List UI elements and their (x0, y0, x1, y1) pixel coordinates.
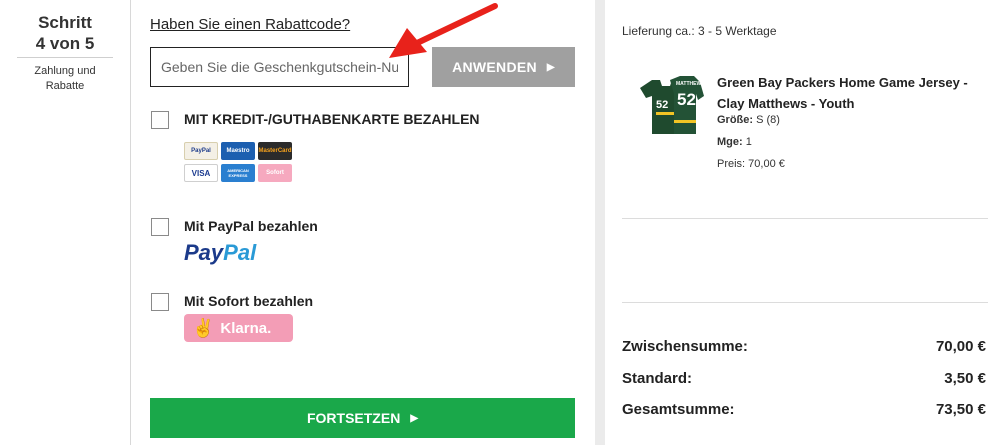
paypal-logo-part2: Pal (223, 240, 257, 265)
product-quantity-label: Mge: (717, 136, 743, 148)
play-arrow-icon: ▶ (546, 61, 555, 73)
amex-logo: AMERICAN EXPRESS (221, 164, 255, 182)
product-name[interactable]: Green Bay Packers Home Game Jersey - Cla… (717, 72, 987, 114)
paypal-logo-part1: Pay (184, 240, 224, 265)
paypal-logo: PayPal (184, 240, 256, 266)
visa-logo: VISA (184, 164, 218, 182)
subtotal-label: Zwischensumme: (622, 338, 748, 355)
step-count: 4 von 5 (35, 34, 95, 53)
card-payment-label: MIT KREDIT-/GUTHABENKARTE BEZAHLEN (184, 111, 480, 127)
continue-button[interactable]: FORTSETZEN ▶ (150, 398, 575, 438)
step-title-word: Schritt (38, 13, 92, 32)
coupon-input[interactable] (150, 47, 409, 87)
klarna-peace-icon: ✌ (192, 317, 215, 338)
jersey-thumbnail-icon: 52 MATTHEWS 52 (640, 76, 705, 134)
paypal-payment-label: Mit PayPal bezahlen (184, 218, 318, 234)
card-logos: PayPal Maestro MasterCard VISA AMERICAN … (184, 142, 294, 186)
shipping-value: 3,50 € (944, 370, 986, 387)
klarna-logo: ✌ Klarna. (184, 314, 293, 342)
paypal-card-logo: PayPal (184, 142, 218, 160)
paypal-payment-checkbox[interactable] (151, 218, 169, 236)
product-size-label: Größe: (717, 114, 754, 126)
card-payment-checkbox[interactable] (151, 111, 169, 129)
mastercard-logo: MasterCard (258, 142, 292, 160)
sofort-logo: Sofort (258, 164, 292, 182)
continue-button-label: FORTSETZEN (306, 410, 401, 426)
jersey-name-back: MATTHEWS (676, 81, 705, 87)
column-separator (595, 0, 605, 445)
step-title: Schritt 4 von 5 (0, 12, 130, 54)
product-quantity-value: 1 (745, 136, 752, 148)
jersey-number-front: 52 (656, 99, 668, 111)
divider (622, 302, 988, 303)
step-divider (17, 57, 113, 58)
shipping-label: Standard: (622, 370, 693, 387)
product-price: Preis: 70,00 € (717, 158, 785, 170)
total-label: Gesamtsumme: (622, 401, 735, 418)
product-size-value: S (8) (756, 114, 780, 126)
delivery-estimate: Lieferung ca.: 3 - 5 Werktage (622, 24, 777, 38)
step-subtitle-line1: Zahlung und (34, 65, 96, 77)
sofort-payment-label: Mit Sofort bezahlen (184, 293, 314, 309)
product-quantity: Mge: 1 (717, 136, 752, 148)
product-size: Größe: S (8) (717, 114, 780, 126)
klarna-logo-text: Klarna. (220, 319, 272, 337)
annotation-arrow-icon (389, 3, 498, 58)
step-subtitle: Zahlung und Rabatte (10, 64, 120, 94)
total-value: 73,50 € (935, 401, 986, 418)
subtotal-value: 70,00 € (935, 338, 986, 355)
sofort-payment-checkbox[interactable] (151, 293, 169, 311)
maestro-logo: Maestro (221, 142, 255, 160)
coupon-link[interactable]: Haben Sie einen Rabattcode? (150, 16, 350, 33)
jersey-number-back: 52 (677, 90, 696, 109)
divider (622, 218, 988, 219)
step-subtitle-line2: Rabatte (45, 80, 85, 92)
play-arrow-icon: ▶ (410, 412, 419, 424)
step-sidebar: Schritt 4 von 5 Zahlung und Rabatte (0, 0, 131, 445)
